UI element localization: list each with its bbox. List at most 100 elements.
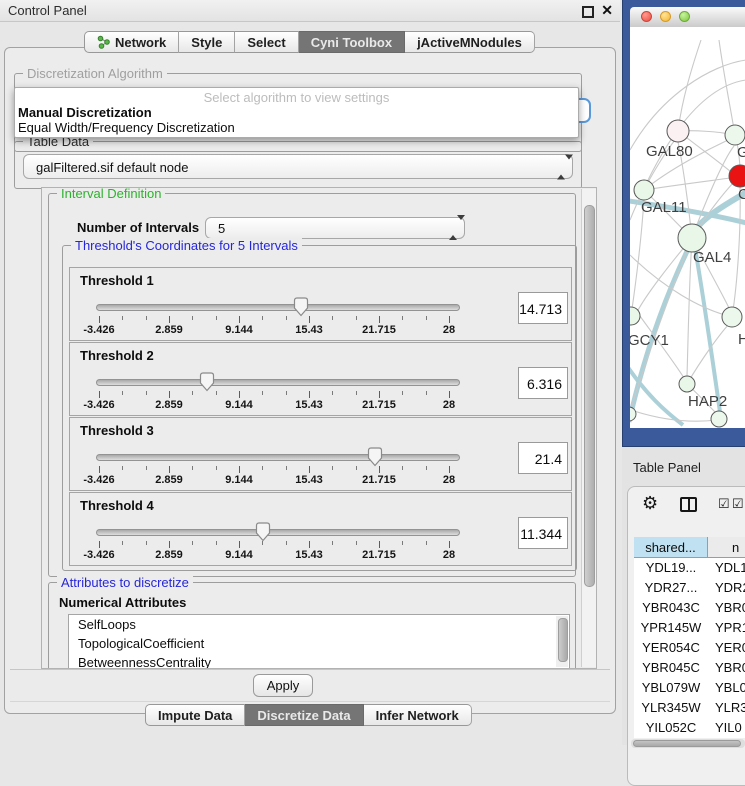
attribute-list-item[interactable]: SelfLoops [69, 615, 569, 634]
table-row[interactable]: YBR043CYBR0 [634, 598, 745, 618]
table-cell-name[interactable]: YBL0 [708, 678, 745, 698]
tab-label: jActiveMNodules [417, 35, 522, 50]
slider-thumb[interactable] [293, 297, 309, 317]
network-node[interactable] [630, 407, 636, 421]
table-row[interactable]: YPR145WYPR1 [634, 618, 745, 638]
table-cell-shared-name[interactable]: YBR045C [634, 658, 708, 678]
table-cell-shared-name[interactable]: YIL052C [634, 718, 708, 738]
column-header-name[interactable]: n [708, 537, 745, 558]
table-cell-name[interactable]: YLR3 [708, 698, 745, 718]
zoom-traffic-light-icon[interactable] [679, 11, 690, 22]
table-cell-shared-name[interactable]: YDL19... [634, 558, 708, 578]
table-cell-shared-name[interactable]: YDR27... [634, 578, 708, 598]
algorithm-option-manual[interactable]: Manual Discretization [18, 105, 152, 120]
column-header-shared-name[interactable]: shared... [634, 537, 708, 558]
threshold-value-field[interactable]: 11.344 [518, 517, 568, 549]
slider-minor-tick [332, 541, 333, 545]
slider-tick [99, 391, 100, 398]
slider-tick-label: 28 [414, 324, 484, 336]
slider-tick [169, 466, 170, 473]
close-icon[interactable]: ✕ [601, 2, 613, 19]
network-canvas[interactable]: GAL80GCGAL11GAL4GCY1HHAP2 [630, 27, 745, 428]
network-node-g[interactable] [725, 125, 745, 145]
float-window-icon[interactable] [582, 6, 594, 18]
table-row[interactable]: YLR345WYLR3 [634, 698, 745, 718]
tab-cyni-toolbox[interactable]: Cyni Toolbox [299, 31, 405, 53]
network-node[interactable] [711, 411, 727, 427]
table-cell-shared-name[interactable]: YBL079W [634, 678, 708, 698]
list-scrollbar[interactable] [556, 616, 568, 667]
table-cell-name[interactable]: YPR1 [708, 618, 745, 638]
table-cell-shared-name[interactable]: YER054C [634, 638, 708, 658]
algorithm-option-equal-width[interactable]: Equal Width/Frequency Discretization [18, 120, 235, 135]
tab-discretize-data[interactable]: Discretize Data [245, 704, 363, 726]
network-node-gal11[interactable] [634, 180, 654, 200]
slider-thumb[interactable] [367, 447, 383, 467]
control-panel-titlebar: Control Panel ✕ [0, 0, 620, 22]
settings-scrollbar[interactable] [581, 189, 596, 667]
network-node-c[interactable] [729, 165, 745, 187]
combobox-stepper-icon [557, 154, 565, 179]
split-columns-icon[interactable] [680, 497, 697, 512]
tab-style[interactable]: Style [179, 31, 235, 53]
scrollbar-thumb[interactable] [633, 740, 741, 747]
table-horizontal-scrollbar[interactable] [631, 739, 745, 748]
table-row[interactable]: YBR045CYBR0 [634, 658, 745, 678]
algorithm-hint-option[interactable]: Select algorithm to view settings [15, 90, 578, 105]
table-row[interactable]: YDL19...YDL1 [634, 558, 745, 578]
threshold-label: Threshold 4 [80, 498, 154, 513]
table-row[interactable]: YBL079WYBL0 [634, 678, 745, 698]
close-traffic-light-icon[interactable] [641, 11, 652, 22]
tab-infer-network[interactable]: Infer Network [364, 704, 472, 726]
table-data-combobox[interactable]: galFiltered.sif default node [23, 154, 573, 179]
table-cell-name[interactable]: YER0 [708, 638, 745, 658]
slider-track[interactable] [96, 454, 460, 461]
network-node-h[interactable] [722, 307, 742, 327]
slider-tick [99, 541, 100, 548]
table-cell-name[interactable]: YBR0 [708, 598, 745, 618]
table-data-group: Table Data galFiltered.sif default node [14, 141, 582, 189]
table-row[interactable]: YIL052CYIL0 [634, 718, 745, 738]
attribute-list-item[interactable]: TopologicalCoefficient [69, 634, 569, 653]
network-node-hap2[interactable] [679, 376, 695, 392]
table-cell-name[interactable]: YIL0 [708, 718, 745, 738]
apply-button[interactable]: Apply [253, 674, 313, 697]
tab-network[interactable]: Network [84, 31, 179, 53]
checkbox-icon[interactable]: ☑ [718, 496, 730, 512]
slider-tick-label: 21.715 [344, 549, 414, 561]
checkbox-icon[interactable]: ☑ [732, 496, 744, 512]
tab-select[interactable]: Select [235, 31, 298, 53]
network-node-label: GCY1 [630, 332, 669, 349]
cyni-bottom-tabs: Impute DataDiscretize DataInfer Network [145, 704, 472, 726]
threshold-value-field[interactable]: 14.713 [518, 292, 568, 324]
slider-thumb[interactable] [255, 522, 271, 542]
slider-track[interactable] [96, 304, 460, 311]
network-node-gal4[interactable] [678, 224, 706, 252]
numerical-attributes-heading: Numerical Attributes [59, 595, 186, 610]
tab-impute-data[interactable]: Impute Data [145, 704, 245, 726]
table-cell-shared-name[interactable]: YLR345W [634, 698, 708, 718]
network-node-gal80[interactable] [667, 120, 689, 142]
table-cell-name[interactable]: YBR0 [708, 658, 745, 678]
slider-track[interactable] [96, 379, 460, 386]
slider-thumb[interactable] [199, 372, 215, 392]
threshold-value-field[interactable]: 21.4 [518, 442, 568, 474]
number-of-intervals-combobox[interactable]: 5 [205, 217, 465, 239]
slider-minor-tick [122, 316, 123, 320]
table-cell-name[interactable]: YDR2 [708, 578, 745, 598]
control-panel-window: Control Panel ✕ NetworkStyleSelectCyni T… [0, 0, 620, 745]
settings-gear-icon[interactable]: ⚙ [642, 493, 658, 514]
slider-track[interactable] [96, 529, 460, 536]
table-cell-shared-name[interactable]: YPR145W [634, 618, 708, 638]
tab-jactivemnodules[interactable]: jActiveMNodules [405, 31, 535, 53]
threshold-value-field[interactable]: 6.316 [518, 367, 568, 399]
scrollbar-thumb[interactable] [584, 205, 595, 587]
network-window-titlebar[interactable] [630, 7, 745, 28]
table-row[interactable]: YER054CYER0 [634, 638, 745, 658]
minimize-traffic-light-icon[interactable] [660, 11, 671, 22]
table-cell-shared-name[interactable]: YBR043C [634, 598, 708, 618]
attribute-list-item[interactable]: BetweennessCentrality [69, 653, 569, 669]
slider-tick-label: 9.144 [204, 399, 274, 411]
table-cell-name[interactable]: YDL1 [708, 558, 745, 578]
table-row[interactable]: YDR27...YDR2 [634, 578, 745, 598]
